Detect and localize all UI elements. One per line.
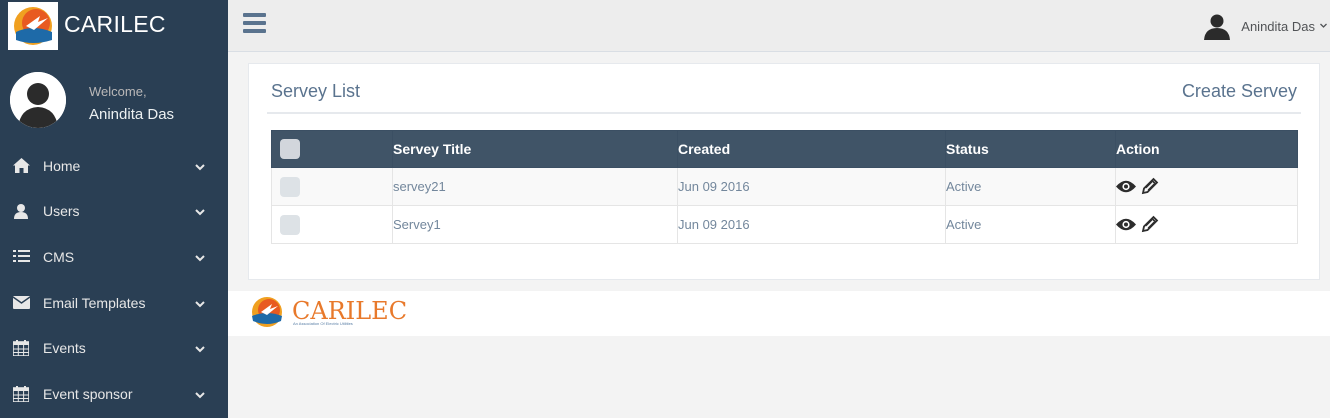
list-icon [12, 248, 30, 266]
sidebar-item-cms[interactable]: CMS [0, 234, 228, 280]
survey-title-cell: servey21 [392, 167, 678, 206]
user-icon [12, 202, 30, 220]
divider [267, 112, 1301, 114]
avatar [10, 72, 66, 128]
eye-icon[interactable] [1116, 215, 1136, 233]
brand[interactable]: CARILEC [0, 0, 228, 52]
pencil-icon[interactable] [1140, 215, 1160, 233]
created-cell: Jun 09 2016 [677, 167, 946, 206]
chevron-down-icon [194, 388, 206, 400]
sidebar-menu: Home Users CMS Email Templates Events Ev… [0, 143, 228, 417]
row-select-cell [271, 167, 393, 206]
sidebar-item-event-sponsor[interactable]: Event sponsor [0, 371, 228, 417]
avatar [1203, 12, 1231, 40]
chevron-down-icon [194, 160, 206, 172]
brand-title: CARILEC [64, 11, 166, 37]
envelope-icon [12, 294, 30, 312]
sidebar-item-label: Home [43, 157, 81, 174]
chevron-down-icon [1319, 17, 1328, 35]
user-dropdown[interactable]: Anindita Das [1203, 10, 1328, 42]
calendar-icon [12, 385, 30, 403]
user-name: Anindita Das [1241, 18, 1315, 34]
row-checkbox[interactable] [280, 176, 300, 197]
select-all-checkbox[interactable] [280, 139, 300, 159]
eye-icon[interactable] [1116, 177, 1136, 195]
create-survey-link[interactable]: Create Servey [1182, 81, 1297, 102]
chevron-down-icon [194, 342, 206, 354]
sidebar-item-label: Users [43, 203, 80, 220]
column-header-action: Action [1115, 130, 1298, 168]
sidebar: CARILEC Welcome, Anindita Das Home Users [0, 0, 228, 418]
page-title: Servey List [271, 81, 361, 101]
home-icon [12, 157, 30, 175]
table-row: servey21 Jun 09 2016 Active [271, 167, 1298, 206]
footer: CARILEC An Association Of Electric Utili… [228, 291, 1330, 336]
status-cell: Active [945, 205, 1116, 244]
sidebar-item-users[interactable]: Users [0, 189, 228, 235]
chevron-down-icon [194, 297, 206, 309]
footer-tagline: An Association Of Electric Utilities [293, 321, 353, 326]
table-row: Servey1 Jun 09 2016 Active [271, 205, 1298, 244]
column-header-status: Status [945, 130, 1116, 168]
chevron-down-icon [194, 251, 206, 263]
top-nav: Anindita Das [228, 0, 1330, 52]
carilec-logo [250, 295, 284, 329]
created-cell: Jun 09 2016 [677, 205, 946, 244]
action-cell [1115, 167, 1298, 206]
chevron-down-icon [194, 205, 206, 217]
table-header-row: Servey Title Created Status Action [271, 130, 1298, 168]
profile-name: Anindita Das [89, 106, 175, 123]
survey-title-cell: Servey1 [392, 205, 678, 244]
pencil-icon[interactable] [1140, 177, 1160, 195]
action-cell [1115, 205, 1298, 244]
survey-list-panel: Servey List Create Servey Servey Title C… [248, 63, 1320, 280]
row-checkbox[interactable] [280, 214, 300, 235]
sidebar-item-home[interactable]: Home [0, 143, 228, 189]
sidebar-item-email-templates[interactable]: Email Templates [0, 280, 228, 326]
sidebar-item-label: Email Templates [43, 294, 146, 311]
menu-toggle-icon[interactable] [243, 13, 266, 35]
select-all-cell [271, 130, 393, 168]
sidebar-item-label: CMS [43, 248, 75, 265]
calendar-icon [12, 339, 30, 357]
sidebar-item-label: Event sponsor [43, 385, 133, 402]
survey-table: Servey Title Created Status Action serve… [271, 130, 1298, 244]
sidebar-profile: Welcome, Anindita Das [0, 68, 228, 138]
welcome-text: Welcome, [89, 84, 147, 99]
sidebar-item-label: Events [43, 340, 86, 357]
sidebar-item-events[interactable]: Events [0, 325, 228, 371]
row-select-cell [271, 205, 393, 244]
column-header-title: Servey Title [392, 130, 678, 168]
carilec-logo [8, 2, 58, 50]
status-cell: Active [945, 167, 1116, 206]
column-header-created: Created [677, 130, 946, 168]
